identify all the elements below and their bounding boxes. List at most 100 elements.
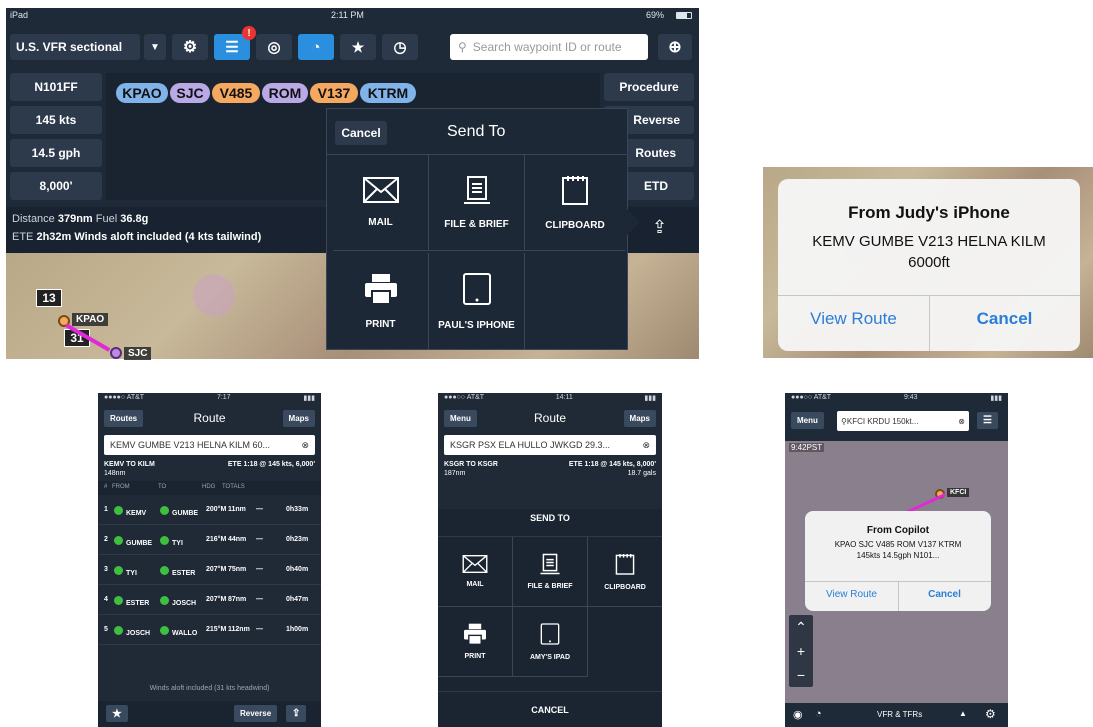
table-row[interactable]: 2 GUMBE TYI 216°M 44nm — 0h23m (98, 525, 321, 555)
device-label: iPad (10, 10, 29, 20)
route-pill-ktrm[interactable]: KTRM (360, 83, 416, 103)
cell-dist: 11nm (228, 506, 246, 513)
gauge-icon[interactable]: ◔ (298, 34, 334, 60)
route-pill-v137[interactable]: V137 (310, 83, 358, 103)
route-pill-sjc[interactable]: SJC (170, 83, 210, 103)
alert-cancel-button[interactable]: Cancel (929, 309, 1080, 329)
gauge-icon[interactable]: ◔ (815, 708, 822, 720)
gear-icon[interactable]: ⚙ (985, 707, 996, 721)
phone1-route-info: KEMV TO KILM ETE 1:18 @ 145 kts, 6,000' … (104, 461, 315, 477)
summary-line-1: Distance 379nm Fuel 36.8g (12, 213, 149, 225)
phone1-status-bar: ●●●●○ AT&T 7:17 ▮▮▮ (104, 394, 315, 402)
cell-hdg: 207°M (206, 566, 227, 573)
send-clipboard[interactable]: CLIPBOARD (525, 155, 625, 251)
file-brief-icon (539, 553, 561, 575)
chevron-up-icon[interactable]: ▲ (959, 709, 967, 718)
cancel-button[interactable]: Cancel (335, 121, 387, 145)
phone1-column-header: # FROM TO HDG TOTALS (98, 481, 321, 495)
locate-icon[interactable]: ⊕ (658, 34, 692, 60)
maps-button[interactable]: Maps (282, 410, 315, 427)
phone2-mail[interactable]: MAIL (438, 537, 513, 607)
phone-route-list: ●●●●○ AT&T 7:17 ▮▮▮ Routes Route Maps KEMV… (98, 393, 321, 727)
cell-to: ESTER (160, 566, 195, 577)
map-layer-label[interactable]: VFR & TFRs (877, 710, 922, 719)
clear-icon[interactable]: ⊗ (642, 440, 650, 451)
phone2-cancel-button[interactable]: CANCEL (438, 691, 662, 727)
aircraft-field[interactable]: N101FF (10, 73, 102, 101)
chevron-down-icon[interactable]: ▼ (144, 34, 166, 60)
cell-time: 0h23m (286, 536, 309, 543)
send-file-brief[interactable]: FILE & BRIEF (429, 155, 525, 251)
phone2-clipboard[interactable]: CLIPBOARD (588, 537, 662, 607)
share-icon[interactable]: ⇪ (286, 705, 307, 722)
airport-label-kfci: KFCI (947, 488, 970, 497)
view-route-button[interactable]: View Route (778, 309, 929, 329)
menu-button[interactable]: Menu (791, 412, 824, 429)
phone3-search-input[interactable]: ⚲KFCI KRDU 150kt... ⊗ (837, 411, 969, 431)
zoom-out-icon[interactable]: − (789, 663, 813, 687)
share-icon[interactable]: ⇪ (652, 217, 667, 238)
clear-icon[interactable]: ⊗ (958, 417, 965, 426)
table-row[interactable]: 4 ESTER JOSCH 207°M 87nm — 0h47m (98, 585, 321, 615)
routes-back-button[interactable]: Routes (104, 410, 144, 427)
cell-dist: 87nm (228, 596, 247, 603)
route-pill-rom[interactable]: ROM (262, 83, 308, 103)
mail-label: MAIL (368, 217, 393, 228)
waypoint-dot-icon (160, 626, 169, 635)
waypoint-dot-icon (160, 536, 169, 545)
copilot-alert: From Copilot KPAO SJC V485 ROM V137 KTRM… (805, 511, 991, 611)
search-placeholder: Search waypoint ID or route (472, 40, 622, 54)
cell-from: ESTER (114, 596, 149, 607)
cell-n: 5 (104, 626, 108, 633)
layers-icon[interactable]: ◉ (793, 708, 803, 721)
send-device[interactable]: PAUL'S IPHONE (429, 253, 525, 349)
cell-hdg: 207°M (206, 596, 227, 603)
phone2-search-input[interactable]: KSGR PSX ELA HULLO JWKGD 29.3... ⊗ (444, 435, 656, 455)
favorites-icon[interactable]: ★ (340, 34, 376, 60)
phone2-file-brief[interactable]: FILE & BRIEF (513, 537, 588, 607)
phone1-search-text: KEMV GUMBE V213 HELNA KILM 60... (110, 440, 271, 450)
table-row[interactable]: 1 KEMV GUMBE 200°M 11nm — 0h33m (98, 495, 321, 525)
copilot-view-route-button[interactable]: View Route (805, 589, 898, 600)
phone2-print[interactable]: PRINT (438, 607, 513, 677)
clock-icon[interactable]: ◷ (382, 34, 418, 60)
list-icon[interactable]: ☰ (977, 412, 998, 429)
cell-dash: — (256, 626, 263, 633)
print-label: PRINT (365, 318, 396, 330)
menu-button[interactable]: Menu (444, 410, 477, 427)
table-row[interactable]: 3 TYI ESTER 207°M 75nm — 0h40m (98, 555, 321, 585)
cell-n: 2 (104, 536, 108, 543)
maps-button[interactable]: Maps (623, 410, 656, 427)
phone1-title: Route (193, 411, 226, 425)
route-pill-v485[interactable]: V485 (212, 83, 260, 103)
cell-to: JOSCH (160, 596, 196, 607)
phone1-winds: Winds aloft included (31 kts headwind) (149, 685, 270, 692)
cell-time: 0h33m (286, 506, 309, 513)
procedure-button[interactable]: Procedure (604, 73, 694, 101)
send-print[interactable]: PRINT (333, 253, 429, 349)
reverse-button[interactable]: Reverse (234, 705, 278, 722)
search-input[interactable]: ⚲ Search waypoint ID or route (450, 34, 648, 60)
clear-icon[interactable]: ⊗ (301, 440, 309, 451)
phone2-nav-bar: Menu Route Maps (438, 405, 662, 431)
waypoint-dot-icon (160, 596, 169, 605)
chart-select[interactable]: U.S. VFR sectional (10, 34, 140, 60)
send-mail[interactable]: MAIL (333, 155, 429, 251)
airport-marker-sjc[interactable] (110, 347, 122, 359)
speed-field[interactable]: 145 kts (10, 106, 102, 134)
zoom-in-icon[interactable]: + (789, 639, 813, 663)
file-brief-icon (462, 175, 492, 205)
table-row[interactable]: 5 JOSCH WALLO 215°M 112nm — 1h00m (98, 615, 321, 645)
clipboard-icon (615, 552, 635, 576)
gear-icon[interactable]: ⚙ (172, 34, 208, 60)
star-icon[interactable]: ★ (106, 705, 128, 722)
phone2-device[interactable]: AMY'S IPAD (513, 607, 588, 677)
copilot-cancel-button[interactable]: Cancel (898, 589, 991, 600)
phone1-search-input[interactable]: KEMV GUMBE V213 HELNA KILM 60... ⊗ (104, 435, 315, 455)
route-pill-kpao[interactable]: KPAO (116, 83, 168, 103)
profile-icon[interactable]: ⌃ (789, 615, 813, 639)
fuel-burn-field[interactable]: 14.5 gph (10, 139, 102, 167)
altitude-field[interactable]: 8,000' (10, 172, 102, 200)
cell-from: KEMV (114, 506, 146, 517)
layers-icon[interactable]: ◎ (256, 34, 292, 60)
